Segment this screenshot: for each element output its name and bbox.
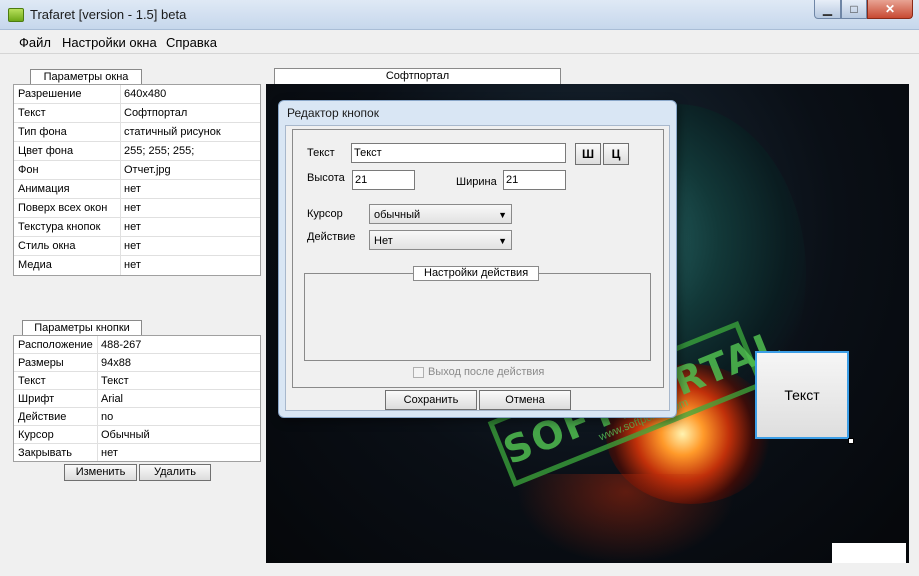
grid-value: 488-267 (101, 339, 142, 351)
grid-value: нет (124, 221, 141, 233)
grid-key: Размеры (18, 357, 64, 369)
grid-value: 255; 255; 255; (124, 145, 195, 157)
grid-key: Тип фона (18, 126, 67, 138)
menu-window-settings[interactable]: Настройки окна (62, 35, 157, 50)
grid-key: Расположение (18, 339, 93, 351)
grid-row[interactable]: Разрешение 640x480 (14, 85, 260, 104)
background-sparks (516, 474, 736, 563)
grid-key: Цвет фона (18, 145, 74, 157)
grid-row[interactable]: Размеры 94x88 (14, 354, 260, 372)
width-field[interactable]: 21 (503, 170, 566, 190)
action-settings-legend: Настройки действия (413, 266, 540, 281)
resize-handle[interactable] (848, 438, 854, 444)
height-field[interactable]: 21 (352, 170, 415, 190)
preview-button[interactable]: Текст (755, 351, 849, 439)
grid-key: Фон (18, 164, 39, 176)
save-button[interactable]: Сохранить (385, 390, 477, 410)
grid-value: Софтпортал (124, 107, 188, 119)
title-bar: Trafaret [version - 1.5] beta ▁ □ ✕ (0, 0, 919, 30)
height-label: Высота (307, 172, 345, 184)
button-editor-dialog: Редактор кнопок Текст Текст Ш Ц Высота 2… (278, 100, 677, 418)
preview-corner-panel (832, 543, 906, 563)
grid-row[interactable]: Фон Отчет.jpg (14, 161, 260, 180)
menu-bar: Файл Настройки окна Справка (0, 30, 919, 54)
grid-value: Обычный (101, 429, 150, 441)
minimize-button[interactable]: ▁ (814, 0, 841, 19)
bold-button[interactable]: Ш (575, 143, 601, 165)
grid-key: Текстура кнопок (18, 221, 101, 233)
grid-value: нет (124, 259, 141, 271)
grid-row[interactable]: Расположение 488-267 (14, 336, 260, 354)
action-select[interactable]: Нет ▼ (369, 230, 512, 250)
dialog-body: Текст Текст Ш Ц Высота 21 Ширина 21 Курс… (285, 125, 670, 411)
grid-row[interactable]: Действие no (14, 408, 260, 426)
grid-key: Курсор (18, 429, 54, 441)
grid-row[interactable]: Тип фона статичный рисунок (14, 123, 260, 142)
menu-help[interactable]: Справка (166, 35, 217, 50)
grid-row[interactable]: Поверх всех окон нет (14, 199, 260, 218)
grid-key: Текст (18, 375, 46, 387)
grid-key: Стиль окна (18, 240, 76, 252)
grid-value: нет (124, 240, 141, 252)
grid-row[interactable]: Текст Текст (14, 372, 260, 390)
grid-value: Текст (101, 375, 129, 387)
dialog-group: Текст Текст Ш Ц Высота 21 Ширина 21 Курс… (292, 129, 664, 388)
app-icon (8, 8, 24, 22)
grid-value: статичный рисунок (124, 126, 221, 138)
grid-row[interactable]: Медиа нет (14, 256, 260, 275)
window-title: Trafaret [version - 1.5] beta (30, 7, 187, 22)
dialog-title: Редактор кнопок (287, 106, 379, 120)
window-params-caption: Параметры окна (30, 69, 142, 85)
cancel-button[interactable]: Отмена (479, 390, 571, 410)
window-params-grid: Разрешение 640x480 Текст Софтпортал Тип фо… (13, 84, 261, 276)
action-label: Действие (307, 231, 356, 243)
delete-button[interactable]: Удалить (139, 464, 211, 481)
grid-value: нет (124, 183, 141, 195)
chevron-down-icon: ▼ (498, 236, 507, 246)
grid-key: Текст (18, 107, 46, 119)
grid-row[interactable]: Стиль окна нет (14, 237, 260, 256)
grid-key: Шрифт (18, 393, 55, 405)
grid-row[interactable]: Текстура кнопок нет (14, 218, 260, 237)
grid-key: Поверх всех окон (18, 202, 108, 214)
grid-row[interactable]: Текст Софтпортал (14, 104, 260, 123)
button-params-caption: Параметры кнопки (22, 320, 142, 336)
grid-value: Отчет.jpg (124, 164, 171, 176)
grid-value: Arial (101, 393, 124, 405)
grid-key: Разрешение (18, 88, 82, 100)
maximize-button[interactable]: □ (841, 0, 867, 19)
preview-caption: Софтпортал (274, 68, 561, 84)
menu-file[interactable]: Файл (19, 35, 51, 50)
grid-key: Закрывать (18, 447, 72, 459)
grid-row[interactable]: Курсор Обычный (14, 426, 260, 444)
grid-key: Анимация (18, 183, 70, 195)
close-button[interactable]: ✕ (867, 0, 913, 19)
button-params-grid: Расположение 488-267 Размеры 94x88 Текст Те… (13, 335, 261, 462)
text-label: Текст (307, 147, 335, 159)
action-settings-group: Настройки действия (304, 266, 651, 361)
cursor-select[interactable]: обычный ▼ (369, 204, 512, 224)
chevron-down-icon: ▼ (498, 210, 507, 220)
grid-key: Медиа (18, 259, 52, 271)
cursor-select-value: обычный (374, 209, 421, 221)
action-select-value: Нет (374, 235, 393, 247)
exit-after-label: Выход после действия (428, 366, 545, 378)
edit-button[interactable]: Изменить (64, 464, 137, 481)
grid-value: нет (124, 202, 141, 214)
grid-value: 640x480 (124, 88, 167, 100)
window-controls: ▁ □ ✕ (814, 0, 913, 20)
grid-row[interactable]: Шрифт Arial (14, 390, 260, 408)
grid-row[interactable]: Анимация нет (14, 180, 260, 199)
grid-row[interactable]: Цвет фона 255; 255; 255; (14, 142, 260, 161)
color-button[interactable]: Ц (603, 143, 629, 165)
cursor-label: Курсор (307, 208, 343, 220)
exit-after-checkbox[interactable] (413, 367, 424, 378)
grid-row[interactable]: Закрывать нет (14, 444, 260, 462)
text-field[interactable]: Текст (351, 143, 566, 163)
width-label: Ширина (456, 176, 497, 188)
grid-value: no (101, 411, 114, 423)
grid-key: Действие (18, 411, 67, 423)
grid-value: 94x88 (101, 357, 131, 369)
grid-value: нет (101, 447, 118, 459)
